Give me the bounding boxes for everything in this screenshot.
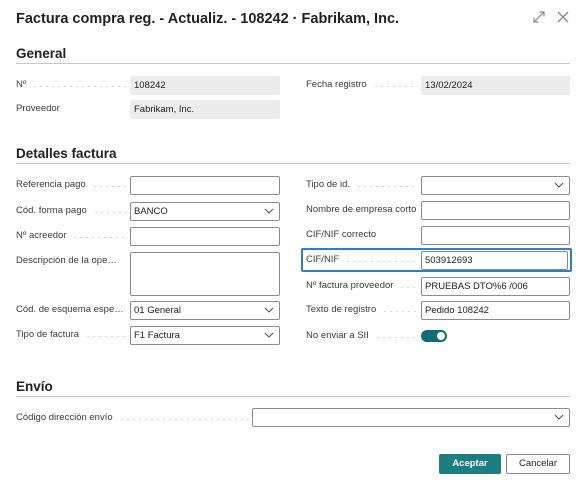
fecha-registro-label: Fecha registro	[306, 75, 418, 95]
cod-forma-pago-value: BANCO	[134, 206, 168, 217]
no-acreedor-input[interactable]	[130, 227, 280, 246]
chevron-down-icon	[264, 208, 274, 214]
proveedor-label: Proveedor	[16, 103, 60, 114]
nombre-empresa-input[interactable]	[421, 201, 570, 220]
cif-nif-label: CIF/NIF	[306, 250, 418, 270]
chevron-down-icon	[554, 414, 564, 420]
cif-nif-input[interactable]: 503912693	[421, 251, 568, 270]
cod-esquema-value: 01 General	[134, 305, 182, 316]
tipo-id-select[interactable]	[421, 176, 570, 195]
cif-correcto-label: CIF/NIF correcto	[306, 229, 377, 240]
accept-button[interactable]: Aceptar	[439, 454, 501, 474]
toggle-knob	[437, 332, 445, 340]
fecha-registro-field: 13/02/2024	[421, 76, 570, 95]
close-icon[interactable]	[556, 10, 570, 24]
section-general-title: General	[16, 46, 67, 61]
tipo-id-label: Tipo de id.	[306, 175, 418, 195]
section-divider	[16, 396, 570, 397]
codigo-direccion-envio-select[interactable]	[252, 408, 570, 427]
dialog-title: Factura compra reg. - Actualiz. - 108242…	[16, 11, 400, 27]
cod-esquema-select[interactable]: 01 General	[130, 301, 280, 320]
cod-forma-pago-label: Cód. forma pago	[16, 201, 128, 221]
dialog: Factura compra reg. - Actualiz. - 108242…	[0, 0, 586, 490]
referencia-pago-input[interactable]	[130, 176, 280, 195]
no-factura-proveedor-label: Nº factura proveedor	[306, 276, 418, 296]
proveedor-field: Fabrikam, Inc.	[130, 100, 280, 119]
codigo-direccion-envio-label: Código dirección envío	[16, 408, 250, 428]
expand-icon[interactable]	[532, 10, 546, 24]
cancel-button[interactable]: Cancelar	[506, 454, 570, 474]
tipo-factura-value: F1 Factura	[134, 330, 180, 341]
texto-registro-input[interactable]: Pedido 108242	[421, 301, 570, 320]
section-detalles-title: Detalles factura	[16, 146, 117, 161]
cif-correcto-input[interactable]	[421, 226, 570, 245]
referencia-pago-label: Referencia pago	[16, 175, 128, 195]
no-enviar-sii-label: No enviar a SII	[306, 326, 418, 346]
section-envio-title: Envío	[16, 379, 53, 394]
texto-registro-label: Texto de registro	[306, 300, 418, 320]
chevron-down-icon	[264, 307, 274, 313]
section-divider	[16, 163, 570, 164]
nombre-empresa-label: Nombre de empresa corto	[306, 204, 417, 215]
no-field: 108242	[130, 76, 280, 95]
no-label: Nº	[16, 75, 128, 95]
no-enviar-sii-toggle[interactable]	[421, 330, 447, 342]
no-factura-proveedor-input[interactable]: PRUEBAS DTO%6 /006	[421, 277, 570, 296]
section-divider	[16, 63, 570, 64]
cod-forma-pago-select[interactable]: BANCO	[130, 202, 280, 221]
chevron-down-icon	[264, 332, 274, 338]
descripcion-textarea[interactable]	[130, 252, 280, 296]
chevron-down-icon	[554, 182, 564, 188]
tipo-factura-select[interactable]: F1 Factura	[130, 326, 280, 345]
cod-esquema-label: Cód. de esquema especial	[16, 304, 128, 315]
no-acreedor-label: Nº acreedor	[16, 226, 128, 246]
tipo-factura-label: Tipo de factura	[16, 325, 128, 345]
descripcion-label: Descripción de la operación	[16, 255, 120, 266]
